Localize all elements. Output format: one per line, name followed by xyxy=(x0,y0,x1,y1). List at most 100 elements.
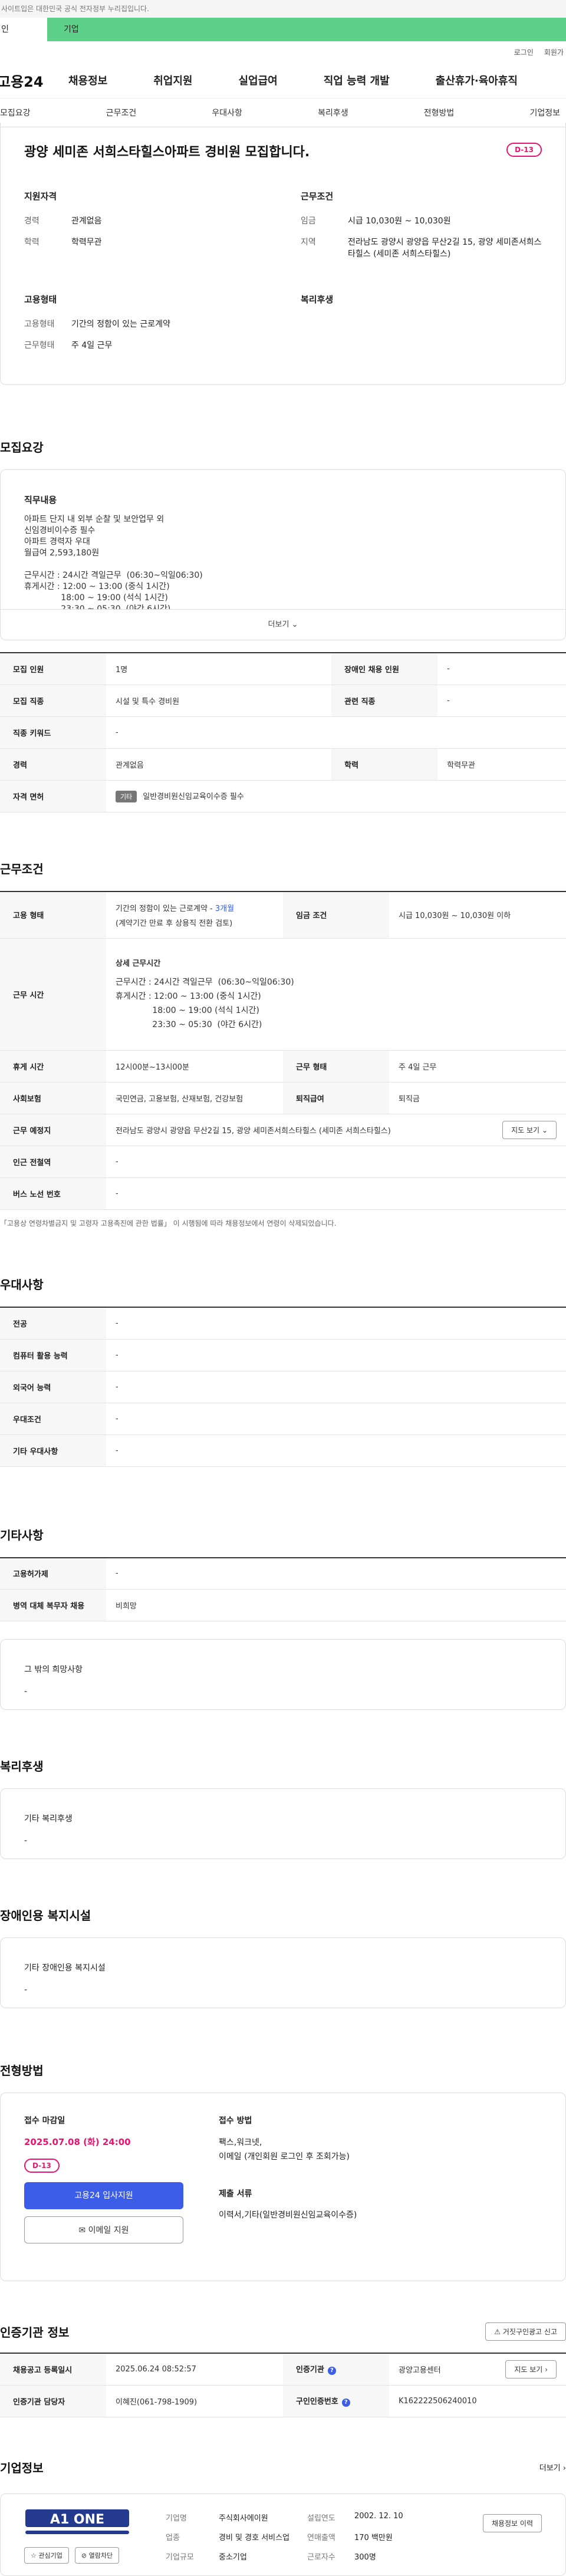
docs-label: 제출 서류 xyxy=(219,2189,252,2199)
gnb-job-skills[interactable]: 직업 능력 개발 xyxy=(324,73,390,88)
block-label: 열람차단 xyxy=(88,2551,113,2559)
th: 관련 직종 xyxy=(331,685,438,717)
time-heading: 상세 근무시간 xyxy=(116,959,161,968)
map-button[interactable]: 지도 보기 ⌄ xyxy=(502,1121,557,1139)
value: 시급 10,030원 ~ 10,030원 xyxy=(348,216,451,226)
td: - xyxy=(106,1339,566,1371)
td: 학력무관 xyxy=(437,748,566,781)
more-button[interactable]: 더보기 ⌄ xyxy=(1,609,565,640)
table-row: 우대조건 - xyxy=(0,1403,566,1435)
disabled-section-title: 장애인용 복지시설 xyxy=(0,1909,91,1923)
td: - xyxy=(106,1177,566,1210)
agency-header: 인증기관 정보 ⚠ 거짓구인광고 신고 xyxy=(0,2322,566,2341)
anchor-recruit[interactable]: 모집요강 xyxy=(0,107,31,119)
welfare-heading: 복리후생 xyxy=(301,294,334,305)
td: - xyxy=(106,1371,566,1403)
company-card: A1 ONE ☆ 관심기업 ⊘ 열람차단 기업명 주식회사에이원 설립연도 2002… xyxy=(0,2493,566,2576)
tab-individual[interactable]: 인 xyxy=(0,18,47,41)
label: 경력 xyxy=(24,216,40,226)
td: 퇴직금 xyxy=(389,1082,566,1114)
qualification-heading: 지원자격 xyxy=(24,191,57,202)
company-header: 기업정보 더보기 › xyxy=(0,2459,566,2476)
th: 모집 직종 xyxy=(0,685,106,717)
table-row: 컴퓨터 활용 능력 - xyxy=(0,1339,566,1371)
anchor-welfare[interactable]: 복리후생 xyxy=(318,107,348,119)
th: 자격 면허 xyxy=(0,780,106,812)
th: 근무 예정지 xyxy=(0,1114,106,1146)
emp-value: 기간의 정함이 있는 근로계약 - xyxy=(116,904,215,913)
desc-line: 휴게시간 : 12:00 ~ 13:00 (중식 1시간) xyxy=(24,582,170,591)
report-button[interactable]: ⚠ 거짓구인광고 신고 xyxy=(485,2322,566,2341)
anchor-company[interactable]: 기업정보 xyxy=(529,107,560,119)
fav-label: 관심기업 xyxy=(38,2551,62,2559)
desc-line: 아파트 경력자 우대 xyxy=(24,537,90,547)
th: 기타 우대사항 xyxy=(0,1435,106,1467)
gnb-parental-leave[interactable]: 출산휴가·육아휴직 xyxy=(436,73,518,88)
signup-link[interactable]: 회원가 xyxy=(544,47,564,57)
anchor-process[interactable]: 전형방법 xyxy=(424,107,455,119)
hiring-history-button[interactable]: 채용정보 이력 xyxy=(482,2514,542,2532)
desc-line: 월급여 2,593,180원 xyxy=(24,548,100,558)
table-row: 모집 직종 시설 및 특수 경비원 관련 직종 - xyxy=(0,685,566,717)
apply-button[interactable]: 고용24 입사지원 xyxy=(24,2182,183,2209)
info-icon[interactable]: ? xyxy=(327,2367,336,2376)
process-left: 접수 마감일 2025.07.08 (화) 24:00 D-13 고용24 입사… xyxy=(24,2114,189,2259)
anchor-conditions[interactable]: 근무조건 xyxy=(106,107,137,119)
map-label: 지도 보기 xyxy=(511,1126,540,1134)
value: 기간의 정함이 있는 근로계약 xyxy=(71,320,170,329)
th: 장애인 채용 인원 xyxy=(331,653,438,685)
label: 고용형태 xyxy=(24,320,55,329)
license-tag: 기타 xyxy=(116,790,137,802)
td: 국민연금, 고용보험, 산재보험, 건강보험 xyxy=(106,1082,283,1114)
desc-line: 18:00 ~ 19:00 (석식 1시간) xyxy=(24,593,168,603)
desc-line: 아파트 단지 내 외부 순찰 및 보안업무 외 xyxy=(24,515,164,524)
employment-block: 고용형태 고용형태 기간의 정함이 있는 근로계약 근무형태 주 4일 근무 xyxy=(24,293,265,361)
th: 사회보험 xyxy=(0,1082,106,1114)
table-row: 병역 대체 복무자 채용 비희망 xyxy=(0,1589,566,1621)
chevron-right-icon: › xyxy=(562,2463,566,2473)
label: 기업명 xyxy=(166,2514,187,2523)
block-company-button[interactable]: ⊘ 열람차단 xyxy=(74,2547,120,2564)
value: 300명 xyxy=(354,2552,376,2562)
site-logo[interactable]: 고용24 xyxy=(0,70,68,91)
info-icon[interactable]: ? xyxy=(341,2399,350,2407)
method-line: 팩스,워크넷, xyxy=(219,2138,262,2147)
welfare-card-value: - xyxy=(24,1836,28,1845)
company-more-link[interactable]: 더보기 › xyxy=(539,2462,566,2473)
label: 설립연도 xyxy=(307,2514,335,2523)
page: 사이트입은 대한민국 공식 전자정부 누리집입니다. 인 기업 로그인 회원가 … xyxy=(0,0,566,2576)
method-line: 이메일 (개인회원 로그인 후 조회가능) xyxy=(219,2152,350,2162)
agency-table: 채용공고 등록일시 2025.06.24 08:52:57 인증기관? 광양고용… xyxy=(0,2353,566,2417)
gnb-jobs[interactable]: 채용정보 xyxy=(68,73,107,88)
th: 구인인증번호? xyxy=(283,2385,389,2417)
th: 고용허가제 xyxy=(0,1557,106,1590)
td: 기타 일반경비원신임교육이수증 필수 xyxy=(106,780,566,812)
work-section-title: 근무조건 xyxy=(0,861,44,876)
value: 주 4일 근무 xyxy=(71,341,113,350)
deadline-value: 2025.07.08 (화) 24:00 xyxy=(24,2137,131,2147)
th: 버스 노선 번호 xyxy=(0,1177,106,1210)
tab-business[interactable]: 기업 xyxy=(47,18,566,41)
agency-map-button[interactable]: 지도 보기 › xyxy=(505,2360,557,2378)
favorite-company-button[interactable]: ☆ 관심기업 xyxy=(24,2547,69,2564)
th: 휴게 시간 xyxy=(0,1050,106,1083)
td: 상세 근무시간 근무시간 : 24시간 격일근무 (06:30~익일06:30)… xyxy=(106,938,566,1051)
global-nav: 고용24 채용정보 취업지원 실업급여 직업 능력 개발 출산휴가·육아휴직 xyxy=(0,62,566,98)
td: - xyxy=(106,1307,566,1340)
agency-label: 인증기관 xyxy=(296,2366,324,2375)
email-apply-button[interactable]: ✉ 이메일 지원 xyxy=(24,2216,183,2243)
login-link[interactable]: 로그인 xyxy=(514,47,534,57)
th: 임금 조건 xyxy=(283,891,389,939)
job-title: 광양 세미존 서희스타힐스아파트 경비원 모집합니다. xyxy=(24,145,310,160)
process-section-title: 전형방법 xyxy=(0,2064,44,2078)
chevron-right-icon: › xyxy=(545,2365,548,2374)
table-row: 인근 전철역 - xyxy=(0,1146,566,1178)
value: 전라남도 광양시 광양읍 무산2길 15, 광양 세미존서희스타힐스 (세미존 … xyxy=(348,238,542,259)
table-row: 근무 시간 상세 근무시간 근무시간 : 24시간 격일근무 (06:30~익일… xyxy=(0,938,566,1051)
utility-menu: 로그인 회원가 xyxy=(0,41,566,62)
gnb-employment-support[interactable]: 취업지원 xyxy=(153,73,192,88)
anchor-preference[interactable]: 우대사항 xyxy=(212,107,242,119)
job-summary-card: 광양 세미존 서희스타힐스아파트 경비원 모집합니다. D-13 지원자격 경력… xyxy=(0,123,566,385)
gnb-unemployment-benefit[interactable]: 실업급여 xyxy=(239,73,278,88)
table-row: 고용 형태 기간의 정함이 있는 근로계약 - 3개월 (계약기간 만료 후 상… xyxy=(0,891,566,939)
